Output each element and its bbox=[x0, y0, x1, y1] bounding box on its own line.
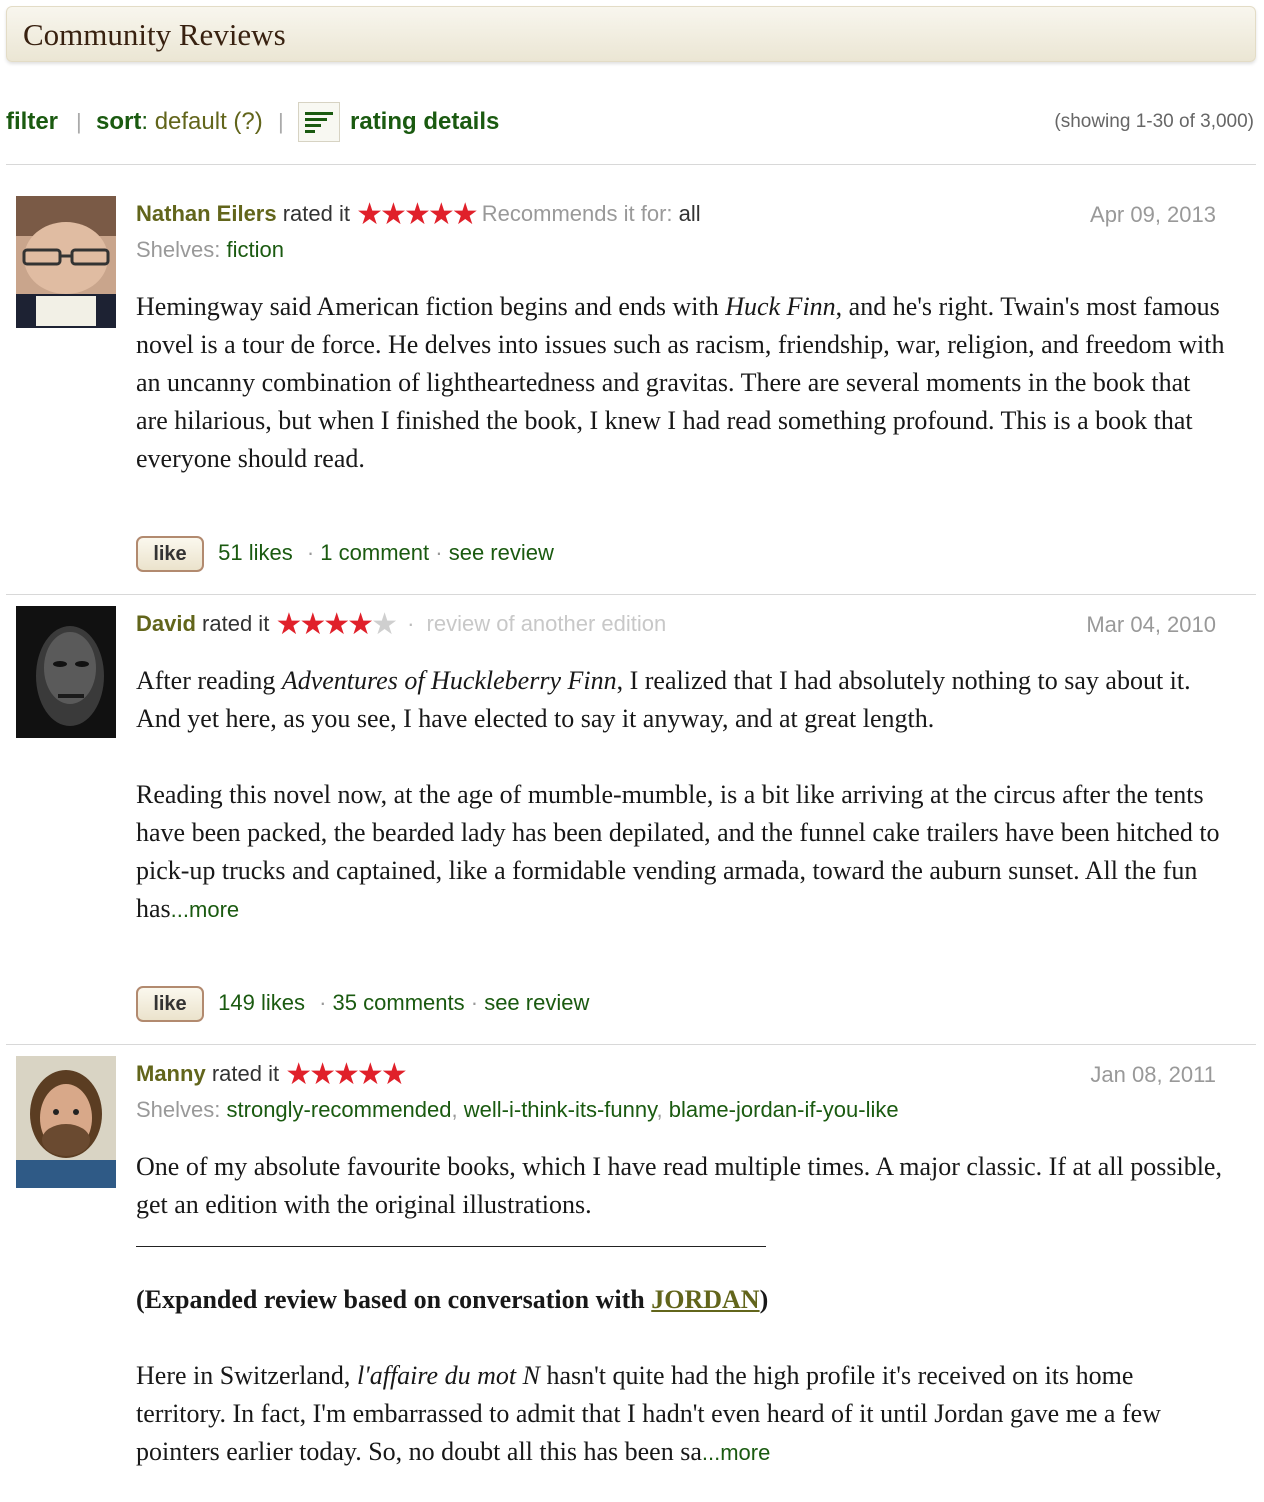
shelves-label: Shelves: bbox=[136, 237, 221, 262]
review-date[interactable]: Apr 09, 2013 bbox=[1090, 202, 1216, 228]
comments-link[interactable]: 1 comment bbox=[320, 540, 429, 565]
sort-label: sort bbox=[96, 108, 142, 135]
section-title: Community Reviews bbox=[23, 17, 286, 52]
rating-stars: ★★★★★ bbox=[285, 1058, 408, 1091]
sort-help-link[interactable]: (?) bbox=[233, 108, 262, 135]
comments-link[interactable]: 35 comments bbox=[333, 990, 465, 1015]
review-text: After reading Adventures of Huckleberry … bbox=[136, 666, 1220, 923]
star-filled-icon: ★ bbox=[333, 1058, 360, 1091]
star-filled-icon: ★ bbox=[323, 608, 350, 641]
horizontal-rule bbox=[136, 1246, 766, 1247]
shelves-label: Shelves: bbox=[136, 1097, 221, 1122]
divider bbox=[6, 594, 1256, 595]
review-actions: like 51 likes · 1 comment · see review bbox=[136, 534, 554, 573]
sort-value[interactable]: default bbox=[155, 108, 227, 135]
avatar[interactable] bbox=[16, 606, 116, 738]
recommends-value: all bbox=[678, 201, 701, 226]
sort-control[interactable]: sort: default (?) bbox=[96, 104, 263, 140]
star-filled-icon: ★ bbox=[451, 198, 479, 231]
reviewer-name[interactable]: David bbox=[136, 611, 196, 636]
likes-count[interactable]: 149 likes bbox=[218, 990, 305, 1015]
shelf-link[interactable]: strongly-recommended bbox=[227, 1097, 452, 1122]
showing-count: (showing 1-30 of 3,000) bbox=[1054, 111, 1254, 132]
more-link[interactable]: ...more bbox=[171, 897, 239, 922]
avatar[interactable] bbox=[16, 1056, 116, 1188]
rating-details-icon[interactable] bbox=[298, 102, 340, 142]
star-filled-icon: ★ bbox=[403, 198, 431, 231]
star-filled-icon: ★ bbox=[309, 1058, 336, 1091]
rated-label: rated it bbox=[202, 611, 270, 636]
edition-note[interactable]: review of another edition bbox=[427, 611, 667, 636]
reviewer-name[interactable]: Manny bbox=[136, 1061, 206, 1086]
star-filled-icon: ★ bbox=[347, 608, 374, 641]
review-text: Hemingway said American fiction begins a… bbox=[136, 292, 1225, 473]
recommends-label: Recommends it for: bbox=[481, 201, 673, 226]
expanded-review-heading: (Expanded review based on conversation w… bbox=[136, 1285, 769, 1314]
community-reviews-header: Community Reviews bbox=[6, 6, 1256, 62]
like-button[interactable]: like bbox=[136, 536, 204, 573]
rated-label: rated it bbox=[211, 1061, 280, 1086]
star-filled-icon: ★ bbox=[380, 198, 407, 231]
like-button[interactable]: like bbox=[136, 986, 204, 1023]
star-filled-icon: ★ bbox=[356, 1058, 384, 1091]
divider bbox=[6, 164, 1256, 165]
reviews-toolbar: filter | sort: default (?) | rating deta… bbox=[6, 102, 1258, 144]
rating-stars: ★★★★★ bbox=[356, 198, 479, 231]
toolbar-separator: | bbox=[76, 109, 82, 134]
see-review-link[interactable]: see review bbox=[484, 990, 589, 1015]
toolbar-separator: | bbox=[278, 109, 284, 134]
review-date[interactable]: Jan 08, 2011 bbox=[1090, 1062, 1216, 1088]
star-filled-icon: ★ bbox=[275, 608, 302, 641]
filter-link[interactable]: filter bbox=[6, 104, 58, 140]
rating-details-link[interactable]: rating details bbox=[350, 104, 499, 140]
review-date[interactable]: Mar 04, 2010 bbox=[1086, 612, 1216, 638]
star-filled-icon: ★ bbox=[380, 1058, 408, 1091]
review-actions: like 149 likes · 35 comments · see revie… bbox=[136, 984, 589, 1023]
likes-count[interactable]: 51 likes bbox=[218, 540, 293, 565]
rating-stars: ★★★★★ bbox=[275, 608, 398, 641]
shelf-link[interactable]: blame-jordan-if-you-like bbox=[669, 1097, 899, 1122]
shelf-link[interactable]: well-i-think-its-funny bbox=[464, 1097, 657, 1122]
star-filled-icon: ★ bbox=[285, 1058, 312, 1091]
star-empty-icon: ★ bbox=[371, 608, 398, 641]
star-filled-icon: ★ bbox=[299, 608, 326, 641]
avatar[interactable] bbox=[16, 196, 116, 328]
shelf-link[interactable]: fiction bbox=[227, 237, 284, 262]
review-text: One of my absolute favourite books, whic… bbox=[136, 1148, 1226, 1472]
more-link[interactable]: ...more bbox=[702, 1440, 770, 1465]
divider bbox=[6, 1044, 1256, 1045]
jordan-link[interactable]: JORDAN bbox=[651, 1285, 759, 1314]
star-filled-icon: ★ bbox=[427, 198, 455, 231]
rated-label: rated it bbox=[282, 201, 350, 226]
reviewer-name[interactable]: Nathan Eilers bbox=[136, 201, 277, 226]
see-review-link[interactable]: see review bbox=[449, 540, 554, 565]
star-filled-icon: ★ bbox=[356, 198, 383, 231]
